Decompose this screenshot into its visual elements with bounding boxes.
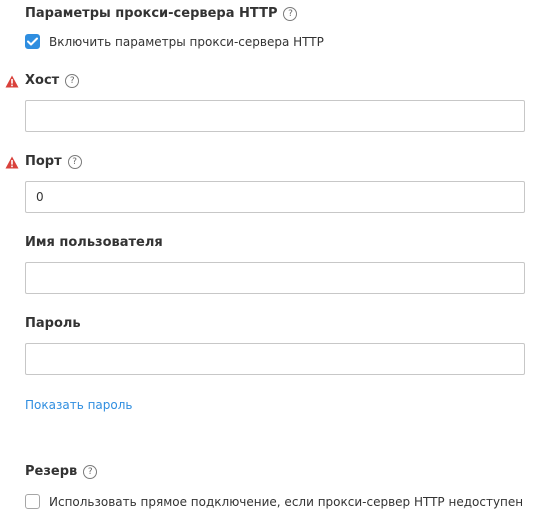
host-input[interactable] [25,100,525,132]
help-icon[interactable]: ? [65,74,80,88]
port-input[interactable] [25,181,525,213]
fallback-title-text: Резерв [25,464,78,479]
warning-triangle-icon [5,156,19,169]
checkmark-icon [27,37,38,46]
password-input[interactable] [25,343,525,375]
show-password-link[interactable]: Показать пароль [25,398,132,412]
enable-http-proxy-label[interactable]: Включить параметры прокси-сервера HTTP [49,35,324,49]
enable-http-proxy-checkbox[interactable] [25,34,40,49]
http-proxy-section-title: Параметры прокси-сервера HTTP? [25,6,298,21]
port-label: Порт [25,154,62,169]
host-label-row: Хост? [25,73,80,88]
direct-connection-label[interactable]: Использовать прямое подключение, если пр… [49,495,523,509]
port-label-row: Порт? [25,154,82,169]
password-label: Пароль [25,316,81,331]
help-icon[interactable]: ? [67,155,82,169]
warning-triangle-icon [5,75,19,88]
username-label: Имя пользователя [25,235,163,250]
direct-connection-row[interactable]: Использовать прямое подключение, если пр… [25,494,523,509]
host-label: Хост [25,73,60,88]
fallback-section-title: Резерв? [25,464,98,479]
direct-connection-checkbox[interactable] [25,494,40,509]
username-input[interactable] [25,262,525,294]
help-icon[interactable]: ? [83,465,98,479]
enable-http-proxy-row[interactable]: Включить параметры прокси-сервера HTTP [25,34,324,49]
http-proxy-title-text: Параметры прокси-сервера HTTP [25,6,278,21]
help-icon[interactable]: ? [283,7,298,21]
